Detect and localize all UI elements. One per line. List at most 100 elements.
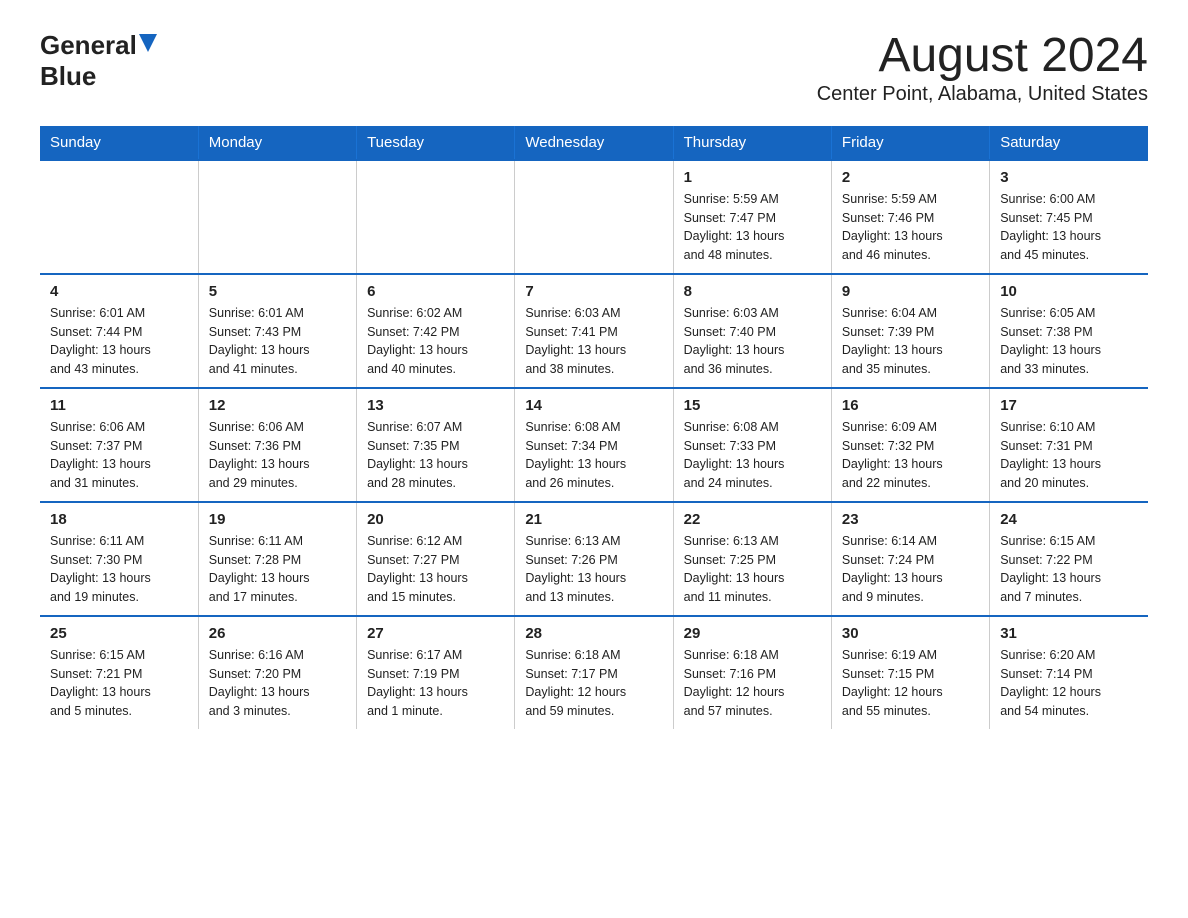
calendar-cell: 27 Sunrise: 6:17 AMSunset: 7:19 PMDayligh… xyxy=(357,616,515,729)
day-info: Sunrise: 6:06 AMSunset: 7:37 PMDaylight:… xyxy=(50,418,188,493)
calendar-cell: 9Sunrise: 6:04 AMSunset: 7:39 PMDaylight… xyxy=(831,274,989,388)
day-info: Sunrise: 5:59 AMSunset: 7:47 PMDaylight:… xyxy=(684,190,821,265)
day-number: 17 xyxy=(1000,397,1138,414)
day-number: 24 xyxy=(1000,511,1138,528)
calendar-cell: 18 Sunrise: 6:11 AMSunset: 7:30 PMDayligh… xyxy=(40,502,198,616)
day-number: 25 xyxy=(50,625,188,642)
calendar-cell xyxy=(198,160,356,274)
calendar-week-2: 4 Sunrise: 6:01 AMSunset: 7:44 PMDaylight… xyxy=(40,274,1148,388)
col-wednesday: Wednesday xyxy=(515,126,673,160)
day-number: 8 xyxy=(684,283,821,300)
calendar-cell: 20 Sunrise: 6:12 AMSunset: 7:27 PMDayligh… xyxy=(357,502,515,616)
calendar-cell xyxy=(40,160,198,274)
calendar-cell: 16Sunrise: 6:09 AMSunset: 7:32 PMDayligh… xyxy=(831,388,989,502)
day-number: 13 xyxy=(367,397,504,414)
day-info: Sunrise: 6:13 AMSunset: 7:26 PMDaylight:… xyxy=(525,532,662,607)
day-info: Sunrise: 6:08 AMSunset: 7:34 PMDaylight:… xyxy=(525,418,662,493)
calendar-week-5: 25 Sunrise: 6:15 AMSunset: 7:21 PMDayligh… xyxy=(40,616,1148,729)
day-number: 6 xyxy=(367,283,504,300)
calendar-week-3: 11 Sunrise: 6:06 AMSunset: 7:37 PMDayligh… xyxy=(40,388,1148,502)
col-tuesday: Tuesday xyxy=(357,126,515,160)
header-row: Sunday Monday Tuesday Wednesday Thursday… xyxy=(40,126,1148,160)
day-number: 18 xyxy=(50,511,188,528)
day-info: Sunrise: 6:01 AMSunset: 7:43 PMDaylight:… xyxy=(209,304,346,379)
calendar-cell: 15 Sunrise: 6:08 AMSunset: 7:33 PMDayligh… xyxy=(673,388,831,502)
day-info: Sunrise: 6:08 AMSunset: 7:33 PMDaylight:… xyxy=(684,418,821,493)
day-number: 15 xyxy=(684,397,821,414)
day-info: Sunrise: 6:18 AMSunset: 7:16 PMDaylight:… xyxy=(684,646,821,721)
day-info: Sunrise: 6:18 AMSunset: 7:17 PMDaylight:… xyxy=(525,646,662,721)
day-number: 27 xyxy=(367,625,504,642)
calendar-cell: 7 Sunrise: 6:03 AMSunset: 7:41 PMDaylight… xyxy=(515,274,673,388)
day-info: Sunrise: 6:01 AMSunset: 7:44 PMDaylight:… xyxy=(50,304,188,379)
calendar-cell: 12 Sunrise: 6:06 AMSunset: 7:36 PMDayligh… xyxy=(198,388,356,502)
title-block: August 2024 Center Point, Alabama, Unite… xyxy=(817,30,1148,106)
col-thursday: Thursday xyxy=(673,126,831,160)
day-number: 12 xyxy=(209,397,346,414)
day-number: 10 xyxy=(1000,283,1138,300)
calendar-cell: 28Sunrise: 6:18 AMSunset: 7:17 PMDayligh… xyxy=(515,616,673,729)
page-header: General Blue August 2024 Center Point, A… xyxy=(40,30,1148,106)
logo-triangle-icon xyxy=(139,34,157,52)
day-info: Sunrise: 6:07 AMSunset: 7:35 PMDaylight:… xyxy=(367,418,504,493)
col-friday: Friday xyxy=(831,126,989,160)
day-number: 20 xyxy=(367,511,504,528)
day-number: 29 xyxy=(684,625,821,642)
day-info: Sunrise: 6:03 AMSunset: 7:40 PMDaylight:… xyxy=(684,304,821,379)
calendar-cell: 11 Sunrise: 6:06 AMSunset: 7:37 PMDayligh… xyxy=(40,388,198,502)
page-subtitle: Center Point, Alabama, United States xyxy=(817,83,1148,106)
day-info: Sunrise: 6:15 AMSunset: 7:21 PMDaylight:… xyxy=(50,646,188,721)
logo-general-text: General xyxy=(40,30,137,61)
day-info: Sunrise: 6:09 AMSunset: 7:32 PMDaylight:… xyxy=(842,418,979,493)
col-monday: Monday xyxy=(198,126,356,160)
calendar-cell: 13 Sunrise: 6:07 AMSunset: 7:35 PMDayligh… xyxy=(357,388,515,502)
col-sunday: Sunday xyxy=(40,126,198,160)
calendar-cell: 26 Sunrise: 6:16 AMSunset: 7:20 PMDayligh… xyxy=(198,616,356,729)
day-info: Sunrise: 6:16 AMSunset: 7:20 PMDaylight:… xyxy=(209,646,346,721)
day-number: 26 xyxy=(209,625,346,642)
calendar-cell: 8 Sunrise: 6:03 AMSunset: 7:40 PMDaylight… xyxy=(673,274,831,388)
calendar-cell: 24 Sunrise: 6:15 AMSunset: 7:22 PMDayligh… xyxy=(990,502,1148,616)
calendar-cell: 23Sunrise: 6:14 AMSunset: 7:24 PMDayligh… xyxy=(831,502,989,616)
day-number: 31 xyxy=(1000,625,1138,642)
day-number: 7 xyxy=(525,283,662,300)
day-number: 2 xyxy=(842,169,979,186)
calendar-cell: 5 Sunrise: 6:01 AMSunset: 7:43 PMDaylight… xyxy=(198,274,356,388)
logo: General Blue xyxy=(40,30,157,92)
page-title: August 2024 xyxy=(817,30,1148,83)
calendar-week-4: 18 Sunrise: 6:11 AMSunset: 7:30 PMDayligh… xyxy=(40,502,1148,616)
day-info: Sunrise: 6:03 AMSunset: 7:41 PMDaylight:… xyxy=(525,304,662,379)
day-info: Sunrise: 6:15 AMSunset: 7:22 PMDaylight:… xyxy=(1000,532,1138,607)
calendar-cell: 10 Sunrise: 6:05 AMSunset: 7:38 PMDayligh… xyxy=(990,274,1148,388)
day-info: Sunrise: 6:12 AMSunset: 7:27 PMDaylight:… xyxy=(367,532,504,607)
day-number: 5 xyxy=(209,283,346,300)
day-info: Sunrise: 6:17 AMSunset: 7:19 PMDaylight:… xyxy=(367,646,504,721)
calendar-cell: 3Sunrise: 6:00 AMSunset: 7:45 PMDaylight… xyxy=(990,160,1148,274)
calendar-cell: 22 Sunrise: 6:13 AMSunset: 7:25 PMDayligh… xyxy=(673,502,831,616)
calendar-body: 1Sunrise: 5:59 AMSunset: 7:47 PMDaylight… xyxy=(40,160,1148,729)
day-info: Sunrise: 6:11 AMSunset: 7:30 PMDaylight:… xyxy=(50,532,188,607)
calendar-cell xyxy=(357,160,515,274)
day-number: 11 xyxy=(50,397,188,414)
day-number: 22 xyxy=(684,511,821,528)
day-info: Sunrise: 6:13 AMSunset: 7:25 PMDaylight:… xyxy=(684,532,821,607)
day-info: Sunrise: 5:59 AMSunset: 7:46 PMDaylight:… xyxy=(842,190,979,265)
calendar-cell: 14Sunrise: 6:08 AMSunset: 7:34 PMDayligh… xyxy=(515,388,673,502)
calendar-cell: 19Sunrise: 6:11 AMSunset: 7:28 PMDayligh… xyxy=(198,502,356,616)
calendar-cell: 25 Sunrise: 6:15 AMSunset: 7:21 PMDayligh… xyxy=(40,616,198,729)
day-number: 30 xyxy=(842,625,979,642)
calendar-cell: 4 Sunrise: 6:01 AMSunset: 7:44 PMDaylight… xyxy=(40,274,198,388)
day-info: Sunrise: 6:10 AMSunset: 7:31 PMDaylight:… xyxy=(1000,418,1138,493)
logo-blue-text: Blue xyxy=(40,61,96,91)
calendar-cell: 2 Sunrise: 5:59 AMSunset: 7:46 PMDaylight… xyxy=(831,160,989,274)
day-info: Sunrise: 6:20 AMSunset: 7:14 PMDaylight:… xyxy=(1000,646,1138,721)
day-info: Sunrise: 6:05 AMSunset: 7:38 PMDaylight:… xyxy=(1000,304,1138,379)
day-info: Sunrise: 6:06 AMSunset: 7:36 PMDaylight:… xyxy=(209,418,346,493)
day-number: 4 xyxy=(50,283,188,300)
calendar-cell: 30Sunrise: 6:19 AMSunset: 7:15 PMDayligh… xyxy=(831,616,989,729)
calendar-header: Sunday Monday Tuesday Wednesday Thursday… xyxy=(40,126,1148,160)
calendar-cell: 29 Sunrise: 6:18 AMSunset: 7:16 PMDayligh… xyxy=(673,616,831,729)
calendar-cell: 21Sunrise: 6:13 AMSunset: 7:26 PMDayligh… xyxy=(515,502,673,616)
day-info: Sunrise: 6:02 AMSunset: 7:42 PMDaylight:… xyxy=(367,304,504,379)
calendar-cell: 17 Sunrise: 6:10 AMSunset: 7:31 PMDayligh… xyxy=(990,388,1148,502)
